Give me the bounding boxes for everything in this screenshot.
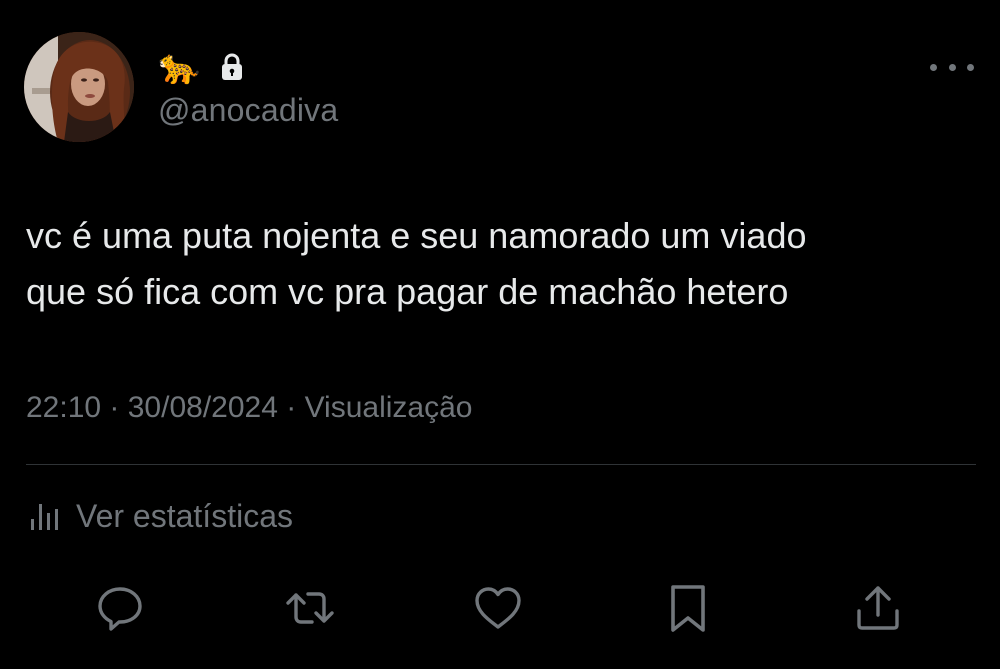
action-bar — [0, 582, 1000, 632]
retweet-button[interactable] — [284, 582, 336, 634]
view-stats-label[interactable]: Ver estatísticas — [76, 498, 293, 535]
analytics-bars-icon — [31, 504, 58, 530]
more-dot — [930, 63, 937, 71]
more-dot — [967, 63, 974, 71]
retweet-icon — [286, 592, 334, 624]
tweet-meta: 22:10 · 30/08/2024 · Visualização — [26, 391, 472, 425]
reply-button[interactable] — [94, 582, 146, 634]
share-button[interactable] — [852, 582, 904, 634]
heart-icon — [475, 587, 521, 629]
tweet-text: vc é uma puta nojenta e seu namorado um … — [26, 215, 807, 312]
reply-bubble-icon — [98, 587, 142, 631]
meta-separator: · — [277, 391, 305, 424]
more-horizontal-icon[interactable] — [930, 56, 974, 78]
view-stats-link[interactable]: Ver estatísticas — [28, 494, 293, 538]
author-handle[interactable]: @anocadiva — [158, 92, 338, 129]
tweet-time[interactable]: 22:10 — [26, 391, 101, 424]
share-upload-icon — [857, 586, 899, 630]
divider — [26, 464, 976, 465]
like-button[interactable] — [472, 582, 524, 634]
bookmark-button[interactable] — [662, 582, 714, 634]
avatar[interactable] — [24, 32, 134, 142]
meta-separator: · — [101, 391, 128, 424]
tweet-views-label: Visualização — [304, 391, 473, 424]
lock-icon — [222, 53, 243, 80]
author-display-name[interactable]: 🐆 — [158, 46, 200, 88]
author-name-row[interactable]: 🐆 — [158, 46, 246, 88]
tweet-container: 🐆 @anocadiva vc é uma puta nojenta e seu… — [0, 0, 1000, 669]
tweet-date[interactable]: 30/08/2024 — [128, 391, 278, 424]
more-dot — [948, 63, 956, 71]
bookmark-icon — [671, 585, 705, 632]
